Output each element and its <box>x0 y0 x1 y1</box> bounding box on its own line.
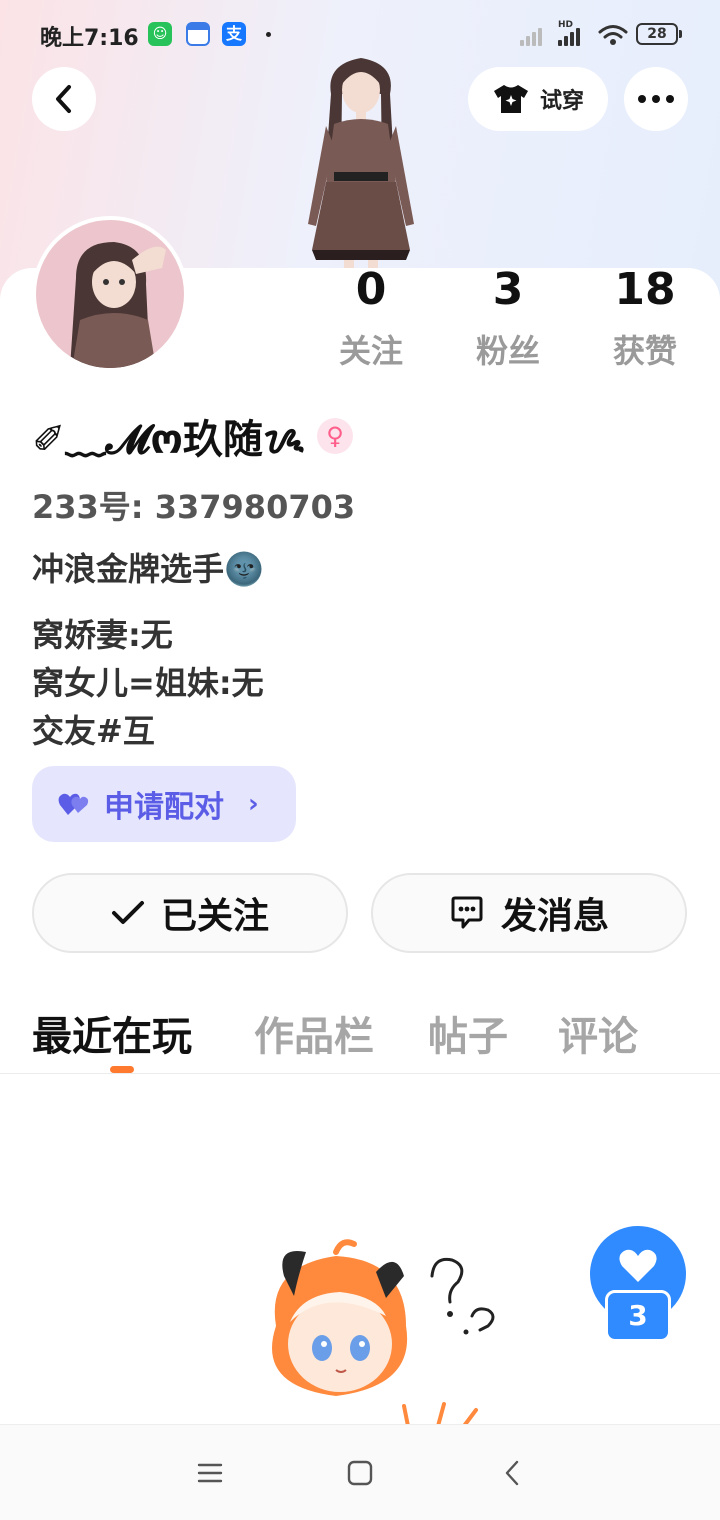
more-options-button[interactable] <box>624 67 688 131</box>
followed-label: 已关注 <box>160 896 269 937</box>
stat-likes[interactable]: 18 获赞 <box>590 262 700 372</box>
request-match-button[interactable]: 申请配对 › <box>32 766 296 842</box>
stat-label: 粉丝 <box>475 332 540 370</box>
try-on-label: 试穿 <box>539 89 584 114</box>
stat-followers[interactable]: 3 粉丝 <box>453 262 563 372</box>
request-match-label: 申请配对 <box>104 790 224 825</box>
menu-lines-icon <box>197 1463 223 1483</box>
followed-button[interactable]: 已关注 <box>32 873 348 953</box>
stat-following[interactable]: 0 关注 <box>316 262 426 372</box>
tab-recently-played[interactable]: 最近在玩 <box>32 1004 192 1062</box>
like-count-badge: 3 <box>605 1290 671 1342</box>
username: ✐﹏𝓜ო玖随ᝰ <box>32 417 306 463</box>
tab-comments[interactable]: 评论 <box>558 1004 638 1062</box>
more-notifications-dot <box>266 32 271 37</box>
stat-label: 关注 <box>338 332 403 370</box>
battery-icon: 28 <box>636 23 682 45</box>
double-heart-icon <box>58 793 89 815</box>
signal-strength-icon <box>520 24 546 46</box>
chat-bubble-icon <box>451 896 483 929</box>
status-time: 晚上7:16 <box>40 26 139 51</box>
send-message-label: 发消息 <box>500 896 609 937</box>
avatar[interactable] <box>32 216 188 372</box>
stat-number: 18 <box>614 264 676 315</box>
home-button[interactable] <box>336 1449 384 1497</box>
try-on-button[interactable]: 试穿 <box>468 67 608 131</box>
system-back-button[interactable] <box>488 1449 536 1497</box>
user-id[interactable]: 233号: 337980703 <box>32 482 355 528</box>
send-message-button[interactable]: 发消息 <box>371 873 687 953</box>
alipay-notification-icon: 支 <box>222 22 246 46</box>
tab-works[interactable]: 作品栏 <box>254 1004 374 1062</box>
stat-number: 3 <box>492 264 524 315</box>
calendar-notification-icon <box>186 22 210 46</box>
recent-apps-button[interactable] <box>186 1449 234 1497</box>
heart-icon <box>619 1249 657 1282</box>
bio-line: 窝女儿=姐妹:无 <box>32 664 264 702</box>
tab-posts[interactable]: 帖子 <box>428 1004 508 1062</box>
profile-tabs: 最近在玩 作品栏 帖子 评论 <box>0 1000 720 1074</box>
active-tab-indicator <box>110 1066 134 1073</box>
signal-strength-icon <box>558 24 584 46</box>
system-navigation-bar <box>0 1424 720 1520</box>
gender-female-icon: ♀ <box>317 418 354 454</box>
avatar-illustration <box>70 242 166 368</box>
chevron-right-icon: › <box>248 789 259 819</box>
avatar-full-body-illustration <box>308 58 414 270</box>
bio-line: 窝娇妻:无 <box>32 616 173 654</box>
tshirt-icon <box>493 85 528 113</box>
square-icon <box>347 1460 373 1486</box>
chevron-left-icon <box>505 1460 519 1486</box>
back-button[interactable] <box>32 67 96 131</box>
username-row: ✐﹏𝓜ო玖随ᝰ ♀ <box>32 408 354 464</box>
empty-state-mascot-illustration <box>272 1239 495 1426</box>
bio-line: 冲浪金牌选手🌚 <box>32 550 264 588</box>
chat-app-notification-icon: ☺ <box>148 22 172 46</box>
stat-label: 获赞 <box>612 332 677 370</box>
wifi-icon <box>598 25 628 45</box>
stat-number: 0 <box>355 264 387 315</box>
check-icon <box>111 901 144 924</box>
chevron-left-icon <box>56 85 71 113</box>
more-dots-icon <box>638 95 674 103</box>
bio-line: 交友#互 <box>32 712 155 750</box>
